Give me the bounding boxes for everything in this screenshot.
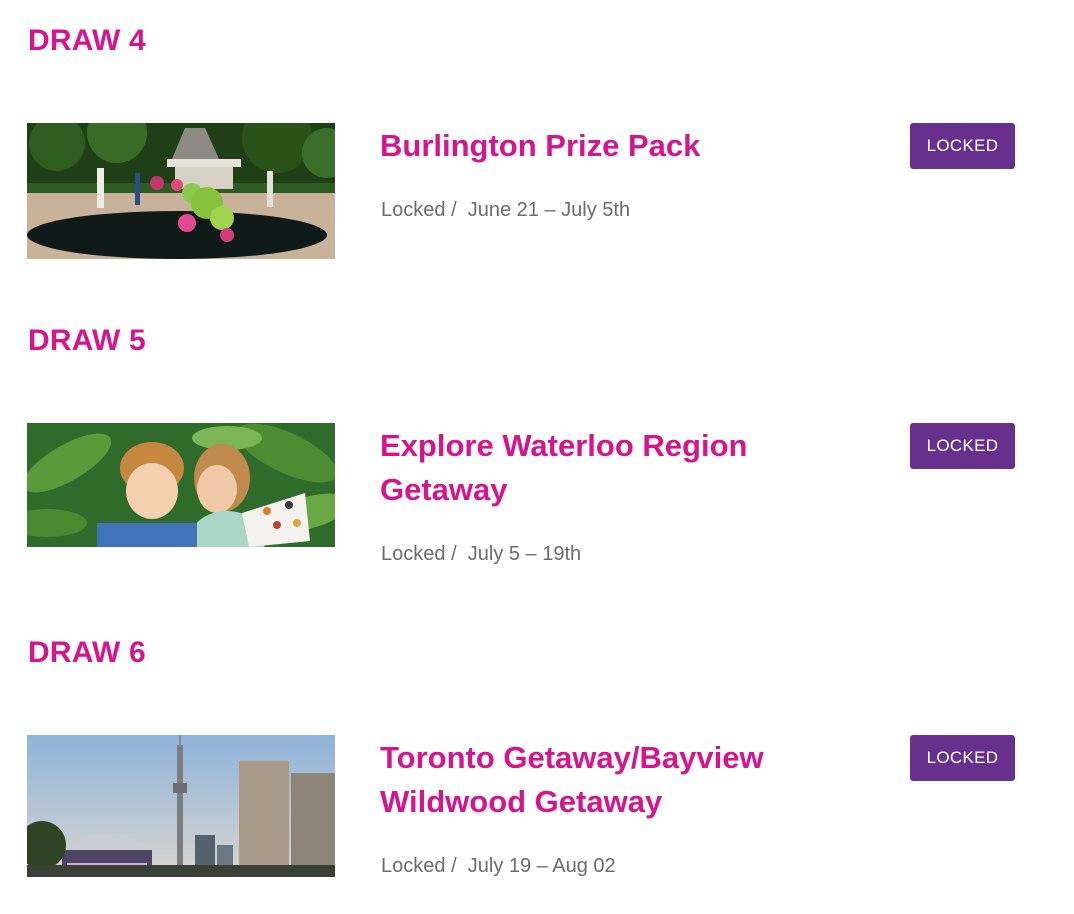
prize-title[interactable]: Explore Waterloo Region Getaway (380, 424, 800, 512)
draw-heading: DRAW 5 (28, 324, 146, 357)
children-butterflies-image[interactable] (27, 423, 335, 547)
status-text: Locked (381, 855, 446, 877)
date-range: July 19 – Aug 02 (467, 855, 616, 877)
locked-button[interactable]: LOCKED (910, 123, 1015, 169)
separator: / (451, 855, 457, 877)
prize-meta: Locked / June 21 – July 5th (381, 199, 630, 222)
draw-heading: DRAW 6 (28, 636, 146, 669)
garden-pond-image[interactable] (27, 123, 335, 259)
prize-title[interactable]: Toronto Getaway/Bayview Wildwood Getaway (380, 736, 800, 824)
prize-title[interactable]: Burlington Prize Pack (380, 124, 800, 168)
draw-heading: DRAW 4 (28, 24, 146, 57)
toronto-skyline-image[interactable] (27, 735, 335, 877)
locked-button[interactable]: LOCKED (910, 735, 1015, 781)
separator: / (451, 199, 457, 221)
status-text: Locked (381, 199, 446, 221)
separator: / (451, 543, 457, 565)
date-range: June 21 – July 5th (467, 199, 631, 221)
locked-button[interactable]: LOCKED (910, 423, 1015, 469)
date-range: July 5 – 19th (467, 543, 582, 565)
prize-meta: Locked / July 5 – 19th (381, 543, 581, 566)
status-text: Locked (381, 543, 446, 565)
prize-meta: Locked / July 19 – Aug 02 (381, 855, 616, 878)
